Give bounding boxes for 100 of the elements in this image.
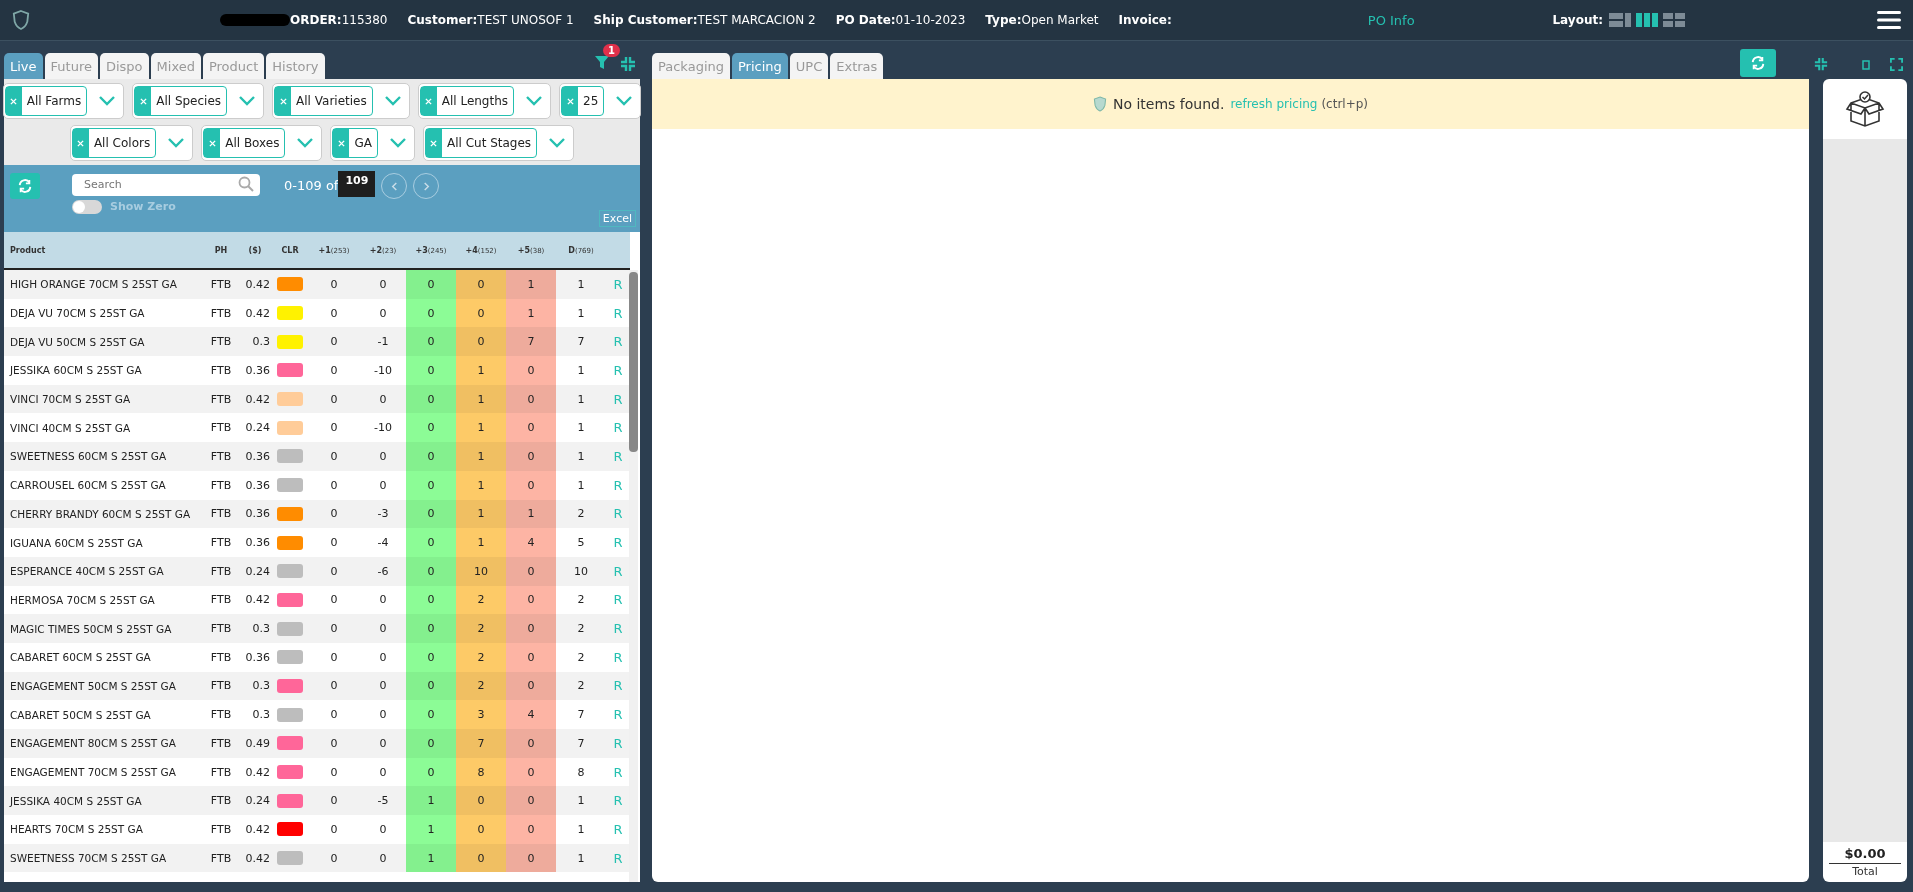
reserve-link[interactable]: R xyxy=(613,649,623,665)
reserve-link[interactable]: R xyxy=(613,707,623,723)
refresh-button[interactable] xyxy=(10,173,40,199)
price-cell: 0.36 xyxy=(238,356,272,385)
remove-icon[interactable] xyxy=(77,139,85,147)
layout-option-icon[interactable] xyxy=(1609,13,1631,27)
reserve-link[interactable]: R xyxy=(613,420,623,436)
remove-icon[interactable] xyxy=(208,139,216,147)
chevron-down-icon[interactable] xyxy=(526,96,543,106)
product-cell: HEARTS 70CM S 25ST GA xyxy=(4,815,204,844)
price-cell: 0.3 xyxy=(238,671,272,701)
reserve-link[interactable]: R xyxy=(613,305,623,321)
remove-icon[interactable] xyxy=(337,139,345,147)
filter-dropdown[interactable]: 25 xyxy=(559,83,642,119)
filter-dropdown[interactable]: All Cut Stages xyxy=(422,125,575,161)
tab[interactable]: Extras xyxy=(830,53,884,79)
tab[interactable]: History xyxy=(266,53,325,79)
table-cell: FTB xyxy=(204,556,238,586)
tab[interactable]: UPC xyxy=(789,53,829,79)
reserve-link[interactable]: R xyxy=(613,821,623,837)
product-cell: JESSIKA 40CM S 25ST GA xyxy=(4,786,204,816)
quantity-cell: 0 xyxy=(506,384,556,414)
remove-icon[interactable] xyxy=(279,97,287,105)
price-cell: 0.3 xyxy=(238,327,272,357)
filter-dropdown[interactable]: All Varieties xyxy=(272,83,410,119)
tab[interactable]: Mixed xyxy=(150,53,201,79)
reserve-link[interactable]: R xyxy=(613,592,623,608)
window-icon[interactable] xyxy=(1862,60,1870,70)
quantity-cell: 0 xyxy=(406,442,456,471)
product-cell: SWEETNESS 70CM S 25ST GA xyxy=(4,843,204,873)
tab[interactable]: Packaging xyxy=(652,53,730,79)
reserve-link[interactable]: R xyxy=(613,764,623,780)
chevron-down-icon[interactable] xyxy=(389,138,406,148)
price-cell: 0.36 xyxy=(238,499,272,529)
refresh-button[interactable] xyxy=(1740,49,1776,77)
collapse-icon[interactable] xyxy=(1814,57,1828,71)
quantity-cell: 0 xyxy=(456,269,506,299)
table-cell: FTB xyxy=(204,442,238,471)
filter-dropdown[interactable]: All Colors xyxy=(69,125,194,161)
search-field[interactable]: Search xyxy=(72,173,260,196)
remove-icon[interactable] xyxy=(430,139,438,147)
remove-icon[interactable] xyxy=(139,97,147,105)
chevron-down-icon[interactable] xyxy=(239,96,256,106)
reserve-link[interactable]: R xyxy=(613,362,623,378)
filter-dropdown[interactable]: All Farms xyxy=(2,83,125,119)
layout-option-icon[interactable] xyxy=(1636,13,1658,27)
quantity-cell: -5 xyxy=(360,786,406,816)
notice-message: No items found. xyxy=(1112,96,1225,112)
collapse-icon[interactable] xyxy=(620,56,636,72)
layout-option-icon[interactable] xyxy=(1663,13,1685,27)
product-cell: HIGH ORANGE 70CM S 25ST GA xyxy=(4,269,204,299)
chevron-down-icon[interactable] xyxy=(297,138,314,148)
total-cell: 1 xyxy=(556,442,606,471)
quantity-cell: 1 xyxy=(456,528,506,557)
quantity-cell: 0 xyxy=(506,786,556,816)
box-check-icon[interactable] xyxy=(1845,89,1885,129)
remove-icon[interactable] xyxy=(10,97,18,105)
filter-icon[interactable] xyxy=(594,54,610,70)
quantity-cell: 0 xyxy=(360,384,406,414)
filter-dropdown[interactable]: All Lengths xyxy=(417,83,552,119)
tab[interactable]: Dispo xyxy=(99,53,149,79)
filter-dropdown[interactable]: GA xyxy=(330,125,415,161)
product-cell: DEJA VU 70CM S 25ST GA xyxy=(4,298,204,328)
product-cell: VINCI 70CM S 25ST GA xyxy=(4,384,204,414)
reserve-link[interactable]: R xyxy=(613,477,623,493)
toggle-switch[interactable] xyxy=(72,199,102,214)
quantity-cell: 4 xyxy=(506,528,556,557)
quantity-cell: 0 xyxy=(406,327,456,357)
chevron-down-icon[interactable] xyxy=(99,96,116,106)
chevron-down-icon[interactable] xyxy=(168,138,185,148)
quantity-cell: 0 xyxy=(406,356,456,385)
quantity-cell: 0 xyxy=(506,757,556,787)
price-cell: 0.3 xyxy=(238,614,272,643)
total-cell: 1 xyxy=(556,786,606,816)
search-icon[interactable] xyxy=(238,176,254,192)
range-label: 0-109 of xyxy=(284,178,339,193)
quantity-cell: 10 xyxy=(456,556,506,586)
table-cell: FTB xyxy=(204,413,238,443)
chevron-down-icon[interactable] xyxy=(384,96,401,106)
refresh-pricing-link[interactable]: refresh pricing xyxy=(1230,97,1318,111)
menu-icon[interactable] xyxy=(1877,10,1901,30)
scrollbar[interactable] xyxy=(629,270,638,882)
tab[interactable]: Live xyxy=(4,53,43,79)
po-info-link[interactable]: PO Info xyxy=(1367,12,1415,28)
excel-button[interactable]: Excel xyxy=(598,210,636,227)
filter-dropdown[interactable]: All Boxes xyxy=(201,125,323,161)
chevron-down-icon[interactable] xyxy=(616,96,633,106)
filter-count-badge: 1 xyxy=(603,44,620,57)
filter-dropdown[interactable]: All Species xyxy=(132,83,265,119)
chevron-down-icon[interactable] xyxy=(549,138,566,148)
total-cell: 2 xyxy=(556,671,606,701)
tab[interactable]: Pricing xyxy=(732,53,788,79)
tab[interactable]: Future xyxy=(44,53,98,79)
expand-icon[interactable] xyxy=(1890,58,1903,71)
remove-icon[interactable] xyxy=(566,97,574,105)
product-cell: DEJA VU 50CM S 25ST GA xyxy=(4,327,204,357)
reserve-link[interactable]: R xyxy=(613,535,623,551)
quantity-cell: 0 xyxy=(308,499,360,529)
tab[interactable]: Product xyxy=(202,53,265,79)
remove-icon[interactable] xyxy=(425,97,433,105)
